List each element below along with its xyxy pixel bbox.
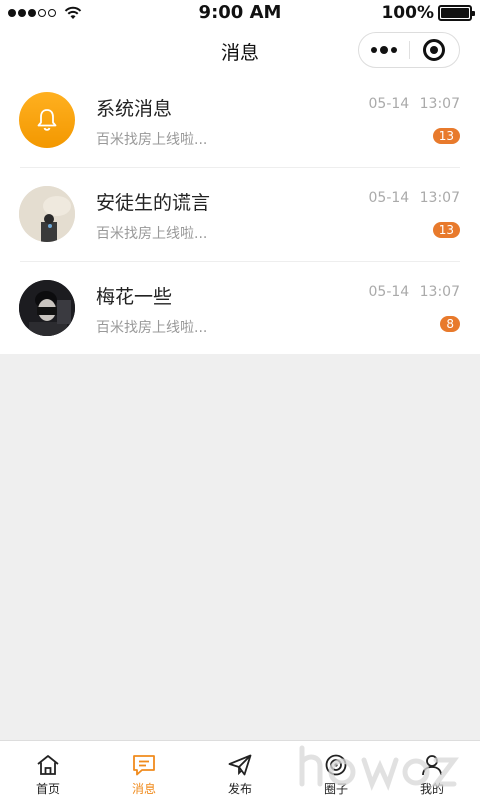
avatar xyxy=(19,186,75,242)
home-icon xyxy=(37,755,59,775)
circle-icon xyxy=(325,754,347,776)
battery-percent: 100% xyxy=(381,3,434,23)
bell-icon xyxy=(37,109,57,131)
mini-program-capsule xyxy=(358,32,460,68)
battery-icon xyxy=(438,5,475,21)
unread-badge: 13 xyxy=(432,222,460,238)
tab-circle[interactable]: 圈子 xyxy=(288,741,384,800)
avatar xyxy=(19,92,75,148)
message-sender: 安徒生的谎言 xyxy=(96,192,211,214)
tab-bar: 首页 消息 发布 圈子 我的 xyxy=(0,740,480,800)
more-dots-icon xyxy=(370,46,397,54)
status-bar: 9:00 AM 100% xyxy=(0,0,480,26)
tab-profile[interactable]: 我的 xyxy=(384,741,480,800)
tab-messages[interactable]: 消息 xyxy=(96,741,192,800)
more-button[interactable] xyxy=(359,33,409,67)
tab-label: 首页 xyxy=(35,782,60,796)
list-item[interactable]: 系统消息 百米找房上线啦... 05-14 13:07 13 xyxy=(0,74,480,168)
close-mini-program-button[interactable] xyxy=(410,33,460,67)
tab-home[interactable]: 首页 xyxy=(0,741,96,800)
message-list: 系统消息 百米找房上线啦... 05-14 13:07 13 安徒生的谎言 百米… xyxy=(0,74,480,354)
message-time: 05-14 13:07 xyxy=(368,284,460,300)
tab-publish[interactable]: 发布 xyxy=(192,741,288,800)
list-item[interactable]: 梅花一些 百米找房上线啦... 05-14 13:07 8 xyxy=(0,262,480,354)
tab-label: 消息 xyxy=(131,782,156,796)
user-photo-icon xyxy=(19,186,75,242)
avatar xyxy=(19,280,75,336)
list-item[interactable]: 安徒生的谎言 百米找房上线啦... 05-14 13:07 13 xyxy=(0,168,480,262)
message-icon xyxy=(133,755,155,776)
message-sender: 梅花一些 xyxy=(96,286,173,308)
message-time: 05-14 13:07 xyxy=(368,190,460,206)
unread-badge: 13 xyxy=(432,128,460,144)
target-icon xyxy=(423,39,446,61)
user-photo-icon xyxy=(19,280,75,336)
user-icon xyxy=(422,755,442,776)
message-preview: 百米找房上线啦... xyxy=(96,320,208,336)
unread-badge: 8 xyxy=(440,316,460,332)
tab-label: 发布 xyxy=(227,782,252,796)
message-sender: 系统消息 xyxy=(96,98,173,120)
message-preview: 百米找房上线啦... xyxy=(96,226,208,242)
tab-label: 圈子 xyxy=(323,782,348,796)
nav-bar: 消息 xyxy=(0,26,480,74)
tab-label: 我的 xyxy=(419,782,444,796)
message-preview: 百米找房上线啦... xyxy=(96,132,208,148)
send-icon xyxy=(228,754,252,776)
message-time: 05-14 13:07 xyxy=(368,96,460,112)
